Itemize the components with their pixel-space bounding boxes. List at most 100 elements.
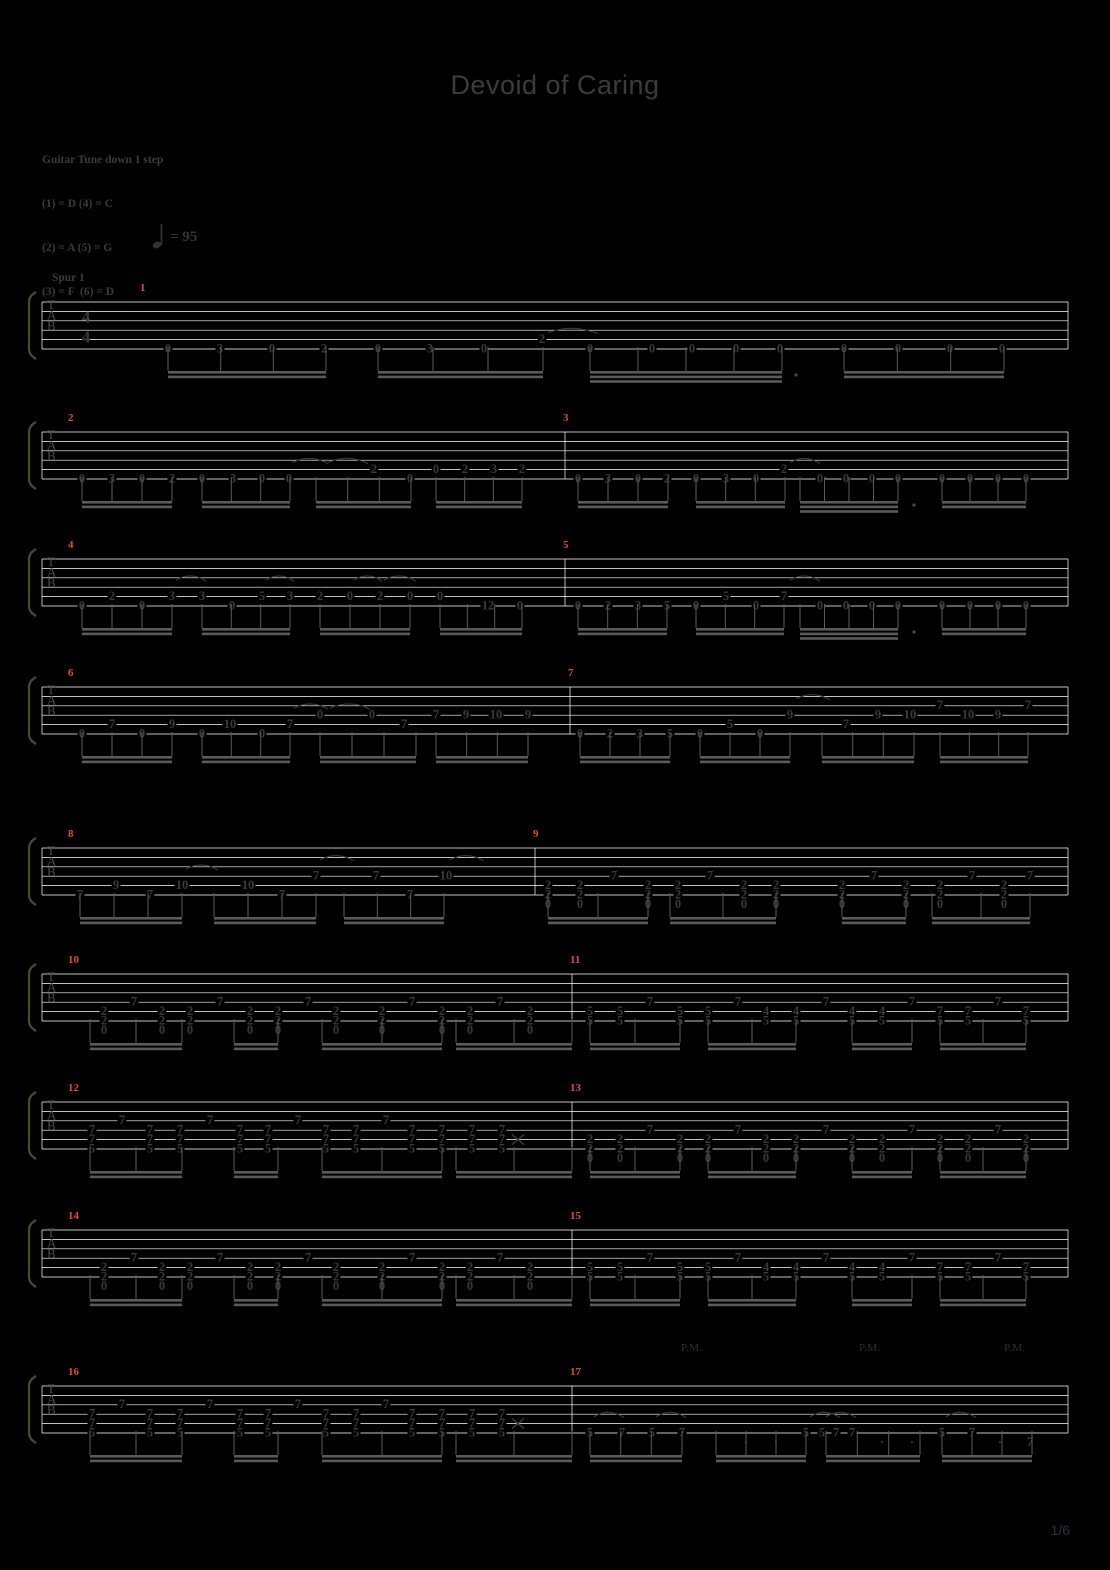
svg-text:B: B (47, 448, 56, 463)
svg-text:7: 7 (647, 1251, 653, 1265)
svg-text:7: 7 (843, 717, 849, 731)
svg-text:0: 0 (369, 708, 375, 722)
svg-text:5: 5 (265, 1141, 271, 1155)
measure-number: 15 (570, 1210, 581, 1222)
svg-text:0: 0 (467, 1279, 473, 1293)
svg-text:7: 7 (383, 1113, 389, 1127)
svg-text:0: 0 (577, 897, 583, 911)
svg-text:9: 9 (787, 708, 793, 722)
staff-graphics: TAB7757775775777577577757757775775775775… (27, 1091, 1069, 1179)
svg-text:0: 0 (937, 897, 943, 911)
svg-text:0: 0 (229, 598, 235, 612)
svg-text:0: 0 (965, 1151, 971, 1165)
svg-text:5: 5 (265, 1425, 271, 1439)
staff-system: TAB03020300200232030203020000000023 (0, 408, 1110, 528)
staff-graphics: TAB0709010070077910902350509791071097 (27, 676, 1069, 764)
staff-system: TAB070901007007791090235050979107109767 (0, 663, 1110, 783)
tempo-value: = 95 (170, 228, 198, 245)
svg-text:7: 7 (909, 1251, 915, 1265)
svg-text:0: 0 (753, 598, 759, 612)
measure-number: 4 (68, 539, 74, 551)
svg-text:3: 3 (635, 598, 641, 612)
svg-text:0: 0 (895, 341, 901, 355)
svg-text:9: 9 (995, 708, 1001, 722)
svg-text:5: 5 (819, 1425, 825, 1439)
svg-text:0: 0 (347, 589, 353, 603)
svg-text:0: 0 (649, 341, 655, 355)
svg-text:7: 7 (937, 698, 943, 712)
tab-page: Devoid of Caring Guitar Tune down 1 step… (0, 0, 1110, 1570)
svg-text:3: 3 (199, 589, 205, 603)
svg-text:9: 9 (463, 708, 469, 722)
svg-text:0: 0 (817, 471, 823, 485)
measure-number: 8 (68, 828, 74, 840)
svg-text:7: 7 (823, 1123, 829, 1137)
svg-text:7: 7 (647, 1123, 653, 1137)
svg-text:7: 7 (313, 869, 319, 883)
svg-text:5: 5 (879, 1013, 885, 1027)
svg-text:5: 5 (259, 589, 265, 603)
measure-number: 6 (68, 667, 74, 679)
staff-graphics: TAB5757··5757··57·7775777577577757757775… (27, 1375, 1069, 1463)
svg-text:0: 0 (481, 341, 487, 355)
svg-text:0: 0 (437, 589, 443, 603)
svg-text:10: 10 (962, 708, 975, 722)
svg-text:5: 5 (409, 1141, 415, 1155)
svg-text:B: B (47, 1402, 56, 1417)
svg-text:5: 5 (763, 1013, 769, 1027)
svg-text:7: 7 (871, 869, 877, 883)
svg-text:7: 7 (305, 1251, 311, 1265)
svg-text:B: B (47, 1118, 56, 1133)
svg-text:7: 7 (109, 717, 115, 731)
svg-text:7: 7 (995, 1123, 1001, 1137)
page-number: 1/6 (1050, 1522, 1070, 1538)
svg-text:5: 5 (727, 717, 733, 731)
svg-text:0: 0 (101, 1279, 107, 1293)
svg-text:5: 5 (649, 1425, 655, 1439)
svg-text:0: 0 (753, 471, 759, 485)
svg-text:0: 0 (407, 471, 413, 485)
staff-system: TAB7971010777710220220722022072202202207… (0, 824, 1110, 944)
svg-text:7: 7 (823, 1251, 829, 1265)
svg-text:0: 0 (689, 341, 695, 355)
svg-text:10: 10 (242, 878, 255, 892)
svg-text:7: 7 (131, 995, 137, 1009)
staff-system: TAB7757775775777577577757757775775775775… (0, 1078, 1110, 1198)
svg-text:3: 3 (491, 462, 497, 476)
svg-text:7: 7 (497, 995, 503, 1009)
svg-text:12: 12 (482, 598, 495, 612)
measure-number: 10 (68, 954, 79, 966)
svg-text:7: 7 (823, 995, 829, 1009)
page-title: Devoid of Caring (450, 70, 660, 100)
svg-text:B: B (47, 1246, 56, 1261)
svg-text:5: 5 (353, 1141, 359, 1155)
svg-text:B: B (47, 703, 56, 718)
svg-text:0: 0 (101, 1023, 107, 1037)
svg-text:0: 0 (869, 471, 875, 485)
svg-text:7: 7 (969, 869, 975, 883)
tuning-heading: Guitar Tune down 1 step (42, 154, 164, 167)
svg-text:5: 5 (723, 589, 729, 603)
svg-text:10: 10 (440, 869, 453, 883)
svg-text:0: 0 (159, 1279, 165, 1293)
svg-text:7: 7 (833, 1425, 839, 1439)
svg-text:B: B (47, 575, 56, 590)
svg-text:7: 7 (781, 589, 787, 603)
svg-text:7: 7 (497, 1251, 503, 1265)
svg-text:7: 7 (295, 1397, 301, 1411)
staff-system: TAB2207220220722022072202207220220722055… (0, 1206, 1110, 1326)
palm-mute-marking: P.M. (859, 1342, 881, 1354)
measure-number: 1 (140, 282, 146, 294)
svg-text:0: 0 (407, 589, 413, 603)
svg-text:5: 5 (499, 1425, 505, 1439)
svg-text:0: 0 (286, 471, 292, 485)
svg-text:5: 5 (499, 1141, 505, 1155)
svg-text:7: 7 (995, 995, 1001, 1009)
svg-text:7: 7 (619, 1425, 625, 1439)
svg-text:7: 7 (217, 1251, 223, 1265)
tuning-line-1: (1) = D (4) = C (42, 197, 113, 210)
svg-text:7: 7 (383, 1397, 389, 1411)
svg-text:3: 3 (169, 589, 175, 603)
staff-system: TAB0203305320200120023505070000000045 (0, 535, 1110, 655)
svg-text:5: 5 (237, 1425, 243, 1439)
